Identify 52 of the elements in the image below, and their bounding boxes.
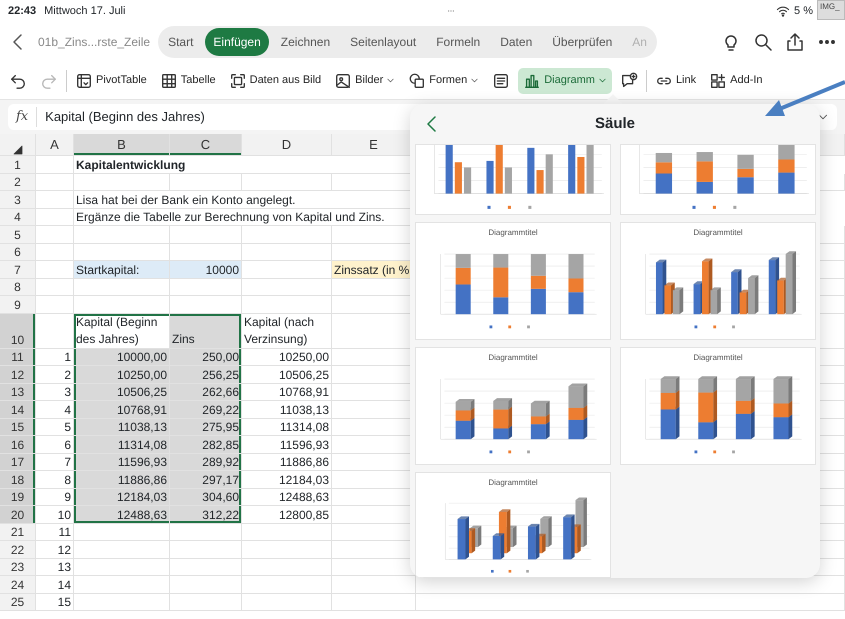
table-cell: 10768,91 [74, 401, 170, 418]
table-cell: 297,17 [170, 471, 242, 488]
table-cell: 10506,25 [74, 384, 170, 401]
table-cell: 11314,08 [242, 418, 332, 436]
table-cell: 11314,08 [74, 436, 170, 454]
table-cell: 304,60 [170, 488, 242, 506]
table-cell: 10506,25 [242, 366, 332, 384]
table-cell: 250,00 [170, 348, 242, 366]
table-cell: 11038,13 [74, 418, 170, 436]
table-cell: 11886,86 [74, 471, 170, 488]
table-cell: Zins [170, 314, 242, 348]
table-cell: 13 [36, 558, 74, 576]
table-cell: 12488,63 [242, 488, 332, 506]
table-cell: 12800,85 [242, 506, 332, 524]
status-date: Mittwoch 17. Juli [44, 4, 126, 19]
table-cell: 256,25 [170, 366, 242, 384]
table-cell: 269,22 [170, 401, 242, 418]
table-cell: 12184,03 [242, 471, 332, 488]
chart-title: Diagrammtitel [488, 352, 538, 364]
table-cell: 12184,03 [74, 488, 170, 506]
table-cell: 262,66 [170, 384, 242, 401]
table-cell: 10768,91 [242, 384, 332, 401]
chart-title: Diagrammtitel [488, 227, 538, 239]
table-cell: Kapital (nach Verzinsung) [242, 314, 332, 348]
table-cell: 12488,63 [74, 506, 170, 524]
table-cell: 275,95 [170, 418, 242, 436]
table-cell: 289,92 [170, 454, 242, 471]
table-cell: 10250,00 [242, 348, 332, 366]
table-cell: 11596,93 [74, 454, 170, 471]
table-cell: 282,85 [170, 436, 242, 454]
file-name: 01b_Zins...rste_Zeile [38, 34, 150, 51]
table-cell: Startkapital: [74, 261, 170, 278]
table-cell: 11 [36, 524, 74, 541]
table-cell: 11886,86 [242, 454, 332, 471]
panel-title: Säule [594, 114, 636, 134]
table-cell: 10000,00 [74, 348, 170, 366]
table-cell: 312,22 [170, 506, 242, 524]
table-cell: 12 [36, 541, 74, 558]
table-cell: 10000 [170, 261, 242, 278]
table-cell: 11038,13 [242, 401, 332, 418]
formula-value: Kapital (Beginn des Jahres) [45, 108, 205, 126]
chart-title: Diagrammtitel [693, 227, 743, 239]
function-label: fx [16, 107, 38, 127]
table-cell: 14 [36, 576, 74, 594]
status-time: 22:43 [8, 4, 36, 19]
table-cell: Kapital (Beginn des Jahres) [74, 314, 170, 348]
battery-level: 5 % [794, 4, 813, 19]
chart-title: Diagrammtitel [488, 477, 538, 489]
table-cell: 11596,93 [242, 436, 332, 454]
table-cell: 10250,00 [74, 366, 170, 384]
table-cell: 15 [36, 594, 74, 611]
chart-title: Diagrammtitel [693, 352, 743, 364]
